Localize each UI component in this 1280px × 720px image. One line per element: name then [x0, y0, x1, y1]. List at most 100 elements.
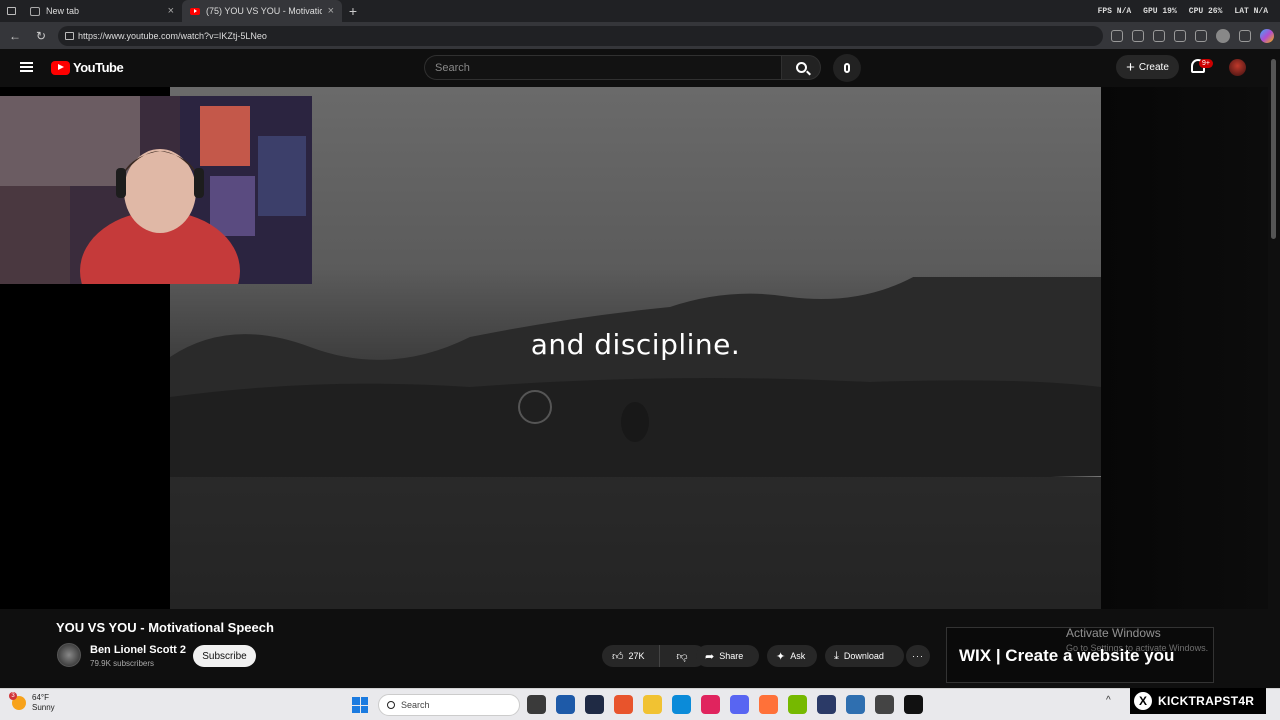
video-frame-scenery [170, 277, 1101, 477]
streamer-handle-overlay: X KICKTRAPST4R [1130, 688, 1266, 714]
taskbar-app-icon[interactable] [904, 695, 923, 714]
more-actions-button[interactable]: ··· [906, 645, 930, 667]
weather-widget[interactable]: 3 64°F Sunny [9, 692, 55, 713]
collections-icon[interactable] [1195, 29, 1207, 42]
notification-count-badge: 9+ [1199, 59, 1213, 68]
taskbar-app-icon[interactable] [875, 695, 894, 714]
taskbar-app-icon[interactable] [701, 695, 720, 714]
scrollbar-thumb[interactable] [1271, 59, 1276, 239]
ask-label: Ask [790, 651, 806, 661]
player-letterbox-right [1101, 87, 1268, 609]
url-field[interactable]: https://www.youtube.com/watch?v=IKZtj-5L… [58, 25, 1103, 46]
tab-label: (75) YOU VS YOU - Motivational S [206, 6, 322, 16]
performance-overlay: FPS N/A GPU 19% CPU 26% LAT N/A [1098, 0, 1268, 22]
video-caption: and discipline. [530, 328, 741, 361]
webcam-frame-image [0, 96, 312, 284]
dislike-button[interactable]: 👎︎ [665, 645, 699, 667]
taskbar-app-icon[interactable] [759, 695, 778, 714]
activate-windows-subtitle: Go to Settings to activate Windows. [1066, 643, 1209, 653]
like-dislike-group: 👍︎ 27K 👎︎ [602, 645, 706, 667]
cpu-readout: CPU 26% [1188, 6, 1223, 16]
tray-chevron-icon[interactable]: ^ [1106, 695, 1111, 706]
tab-youtube[interactable]: (75) YOU VS YOU - Motivational S × [182, 0, 342, 22]
pinned-apps [527, 695, 923, 714]
windows-start-icon[interactable] [352, 697, 368, 713]
fps-readout: FPS N/A [1097, 6, 1132, 16]
taskbar-app-icon[interactable] [643, 695, 662, 714]
create-label: Create [1138, 61, 1169, 73]
refresh-icon[interactable]: ↻ [32, 27, 50, 45]
search-icon [387, 701, 395, 709]
youtube-favicon-icon [190, 7, 200, 15]
like-button[interactable]: 👍︎ 27K [602, 645, 660, 667]
youtube-wordmark: YouTube [73, 60, 124, 75]
window-menu-icon[interactable] [0, 0, 22, 22]
close-tab-icon[interactable]: × [328, 5, 334, 17]
favorite-star-icon[interactable] [1132, 29, 1144, 42]
taskbar-app-icon[interactable] [614, 695, 633, 714]
taskbar-app-icon[interactable] [817, 695, 836, 714]
page-icon [30, 6, 40, 16]
account-avatar[interactable] [1229, 59, 1246, 76]
subscribe-button[interactable]: Subscribe [193, 645, 256, 667]
share-button[interactable]: ➦ Share [696, 645, 759, 667]
search-input[interactable]: Search [424, 55, 781, 80]
close-tab-icon[interactable]: × [168, 5, 174, 17]
page-scrollbar[interactable] [1268, 49, 1280, 685]
profile-avatar[interactable] [1216, 28, 1230, 43]
microphone-icon [844, 63, 850, 73]
download-button[interactable]: ⤓ Download [825, 645, 904, 667]
taskbar-app-icon[interactable] [730, 695, 749, 714]
copilot-icon[interactable] [1260, 28, 1274, 43]
weather-badge: 3 [9, 692, 17, 700]
plus-icon: + [1126, 58, 1135, 76]
weather-temperature: 64°F [32, 693, 49, 702]
taskbar-app-icon[interactable] [672, 695, 691, 714]
back-icon[interactable]: ← [6, 27, 24, 45]
tab-label: New tab [46, 6, 80, 16]
gpu-readout: GPU 19% [1143, 6, 1177, 16]
subscriber-count: 79.9K subscribers [90, 659, 155, 668]
taskbar-app-icon[interactable] [527, 695, 546, 714]
address-bar-row: ← ↻ https://www.youtube.com/watch?v=IKZt… [0, 22, 1280, 49]
sparkle-icon: ✦ [776, 650, 786, 663]
channel-avatar[interactable] [57, 643, 81, 667]
new-tab-button[interactable]: + [342, 3, 364, 19]
channel-name[interactable]: Ben Lionel Scott 2 [90, 644, 186, 656]
streamer-handle: KICKTRAPST4R [1158, 694, 1255, 708]
extensions-icon[interactable] [1153, 29, 1165, 42]
download-label: Download [843, 651, 884, 661]
thumbs-down-icon: 👎︎ [676, 650, 688, 663]
sun-icon: 3 [9, 692, 26, 710]
search-icon [795, 62, 807, 73]
taskbar-search-input[interactable]: Search [378, 694, 520, 716]
menu-icon[interactable] [20, 62, 33, 72]
search-button[interactable] [781, 55, 821, 80]
youtube-header: YouTube Search + Create [0, 49, 1280, 87]
taskbar-app-icon[interactable] [846, 695, 865, 714]
tab-new-tab[interactable]: New tab × [22, 0, 182, 22]
taskbar-app-icon[interactable] [585, 695, 604, 714]
weather-condition: Sunny [32, 703, 55, 712]
split-screen-icon[interactable] [1174, 29, 1186, 42]
taskbar-app-icon[interactable] [556, 695, 575, 714]
taskbar-search-placeholder: Search [401, 700, 430, 710]
windows-taskbar: 3 64°F Sunny Search ^ [0, 688, 1280, 720]
streamer-webcam-overlay [0, 96, 312, 284]
latency-readout: LAT N/A [1234, 6, 1268, 16]
taskbar-app-icon[interactable] [788, 695, 807, 714]
youtube-play-icon [51, 60, 70, 75]
share-label: Share [719, 651, 744, 661]
video-title: YOU VS YOU - Motivational Speech [56, 620, 274, 635]
download-icon: ⤓ [834, 649, 839, 662]
activate-windows-title: Activate Windows [1066, 626, 1161, 640]
browser-tab-bar: New tab × (75) YOU VS YOU - Motivational… [0, 0, 1280, 22]
thumbs-up-icon: 👍︎ [612, 650, 624, 663]
ask-button[interactable]: ✦ Ask [767, 645, 817, 667]
create-button[interactable]: + Create [1116, 55, 1179, 79]
voice-search-button[interactable] [833, 54, 861, 82]
browser-menu-icon[interactable] [1239, 29, 1251, 42]
x-logo-icon: X [1134, 692, 1152, 710]
app-install-icon[interactable] [1111, 29, 1123, 42]
youtube-logo[interactable]: YouTube [51, 60, 124, 75]
